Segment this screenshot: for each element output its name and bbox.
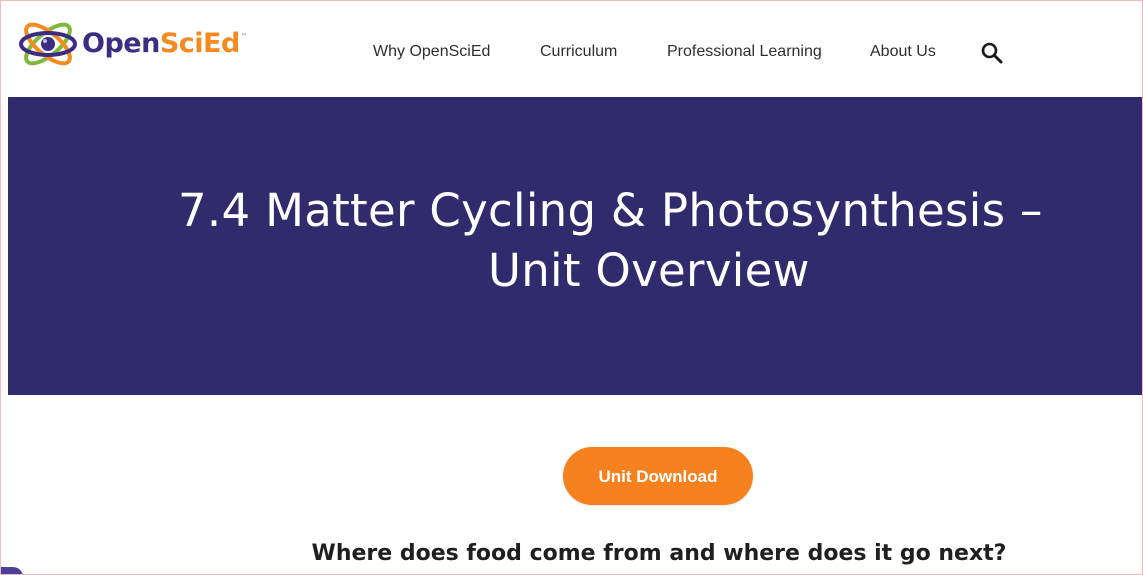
nav-item-why-openscied[interactable]: Why OpenSciEd: [373, 41, 490, 63]
unit-download-button[interactable]: Unit Download: [563, 447, 753, 505]
nav-item-curriculum[interactable]: Curriculum: [540, 41, 617, 63]
page-frame: OpenSciEd™ Why OpenSciEd Curriculum Prof…: [0, 0, 1143, 575]
nav-item-about-us[interactable]: About Us: [870, 41, 936, 63]
main-nav: Why OpenSciEd Curriculum Professional Le…: [1, 41, 1142, 63]
nav-item-professional-learning[interactable]: Professional Learning: [667, 41, 822, 63]
page-title-line-2: Unit Overview: [488, 244, 810, 297]
site-header: OpenSciEd™ Why OpenSciEd Curriculum Prof…: [1, 1, 1142, 96]
search-button[interactable]: [980, 41, 1004, 65]
search-icon: [981, 42, 1003, 64]
page-title: 7.4 Matter Cycling & Photosynthesis – Un…: [8, 181, 1142, 301]
driving-question: Where does food come from and where does…: [311, 541, 1007, 566]
page-title-line-1: 7.4 Matter Cycling & Photosynthesis –: [178, 184, 1043, 237]
hero-banner: 7.4 Matter Cycling & Photosynthesis – Un…: [8, 97, 1142, 395]
